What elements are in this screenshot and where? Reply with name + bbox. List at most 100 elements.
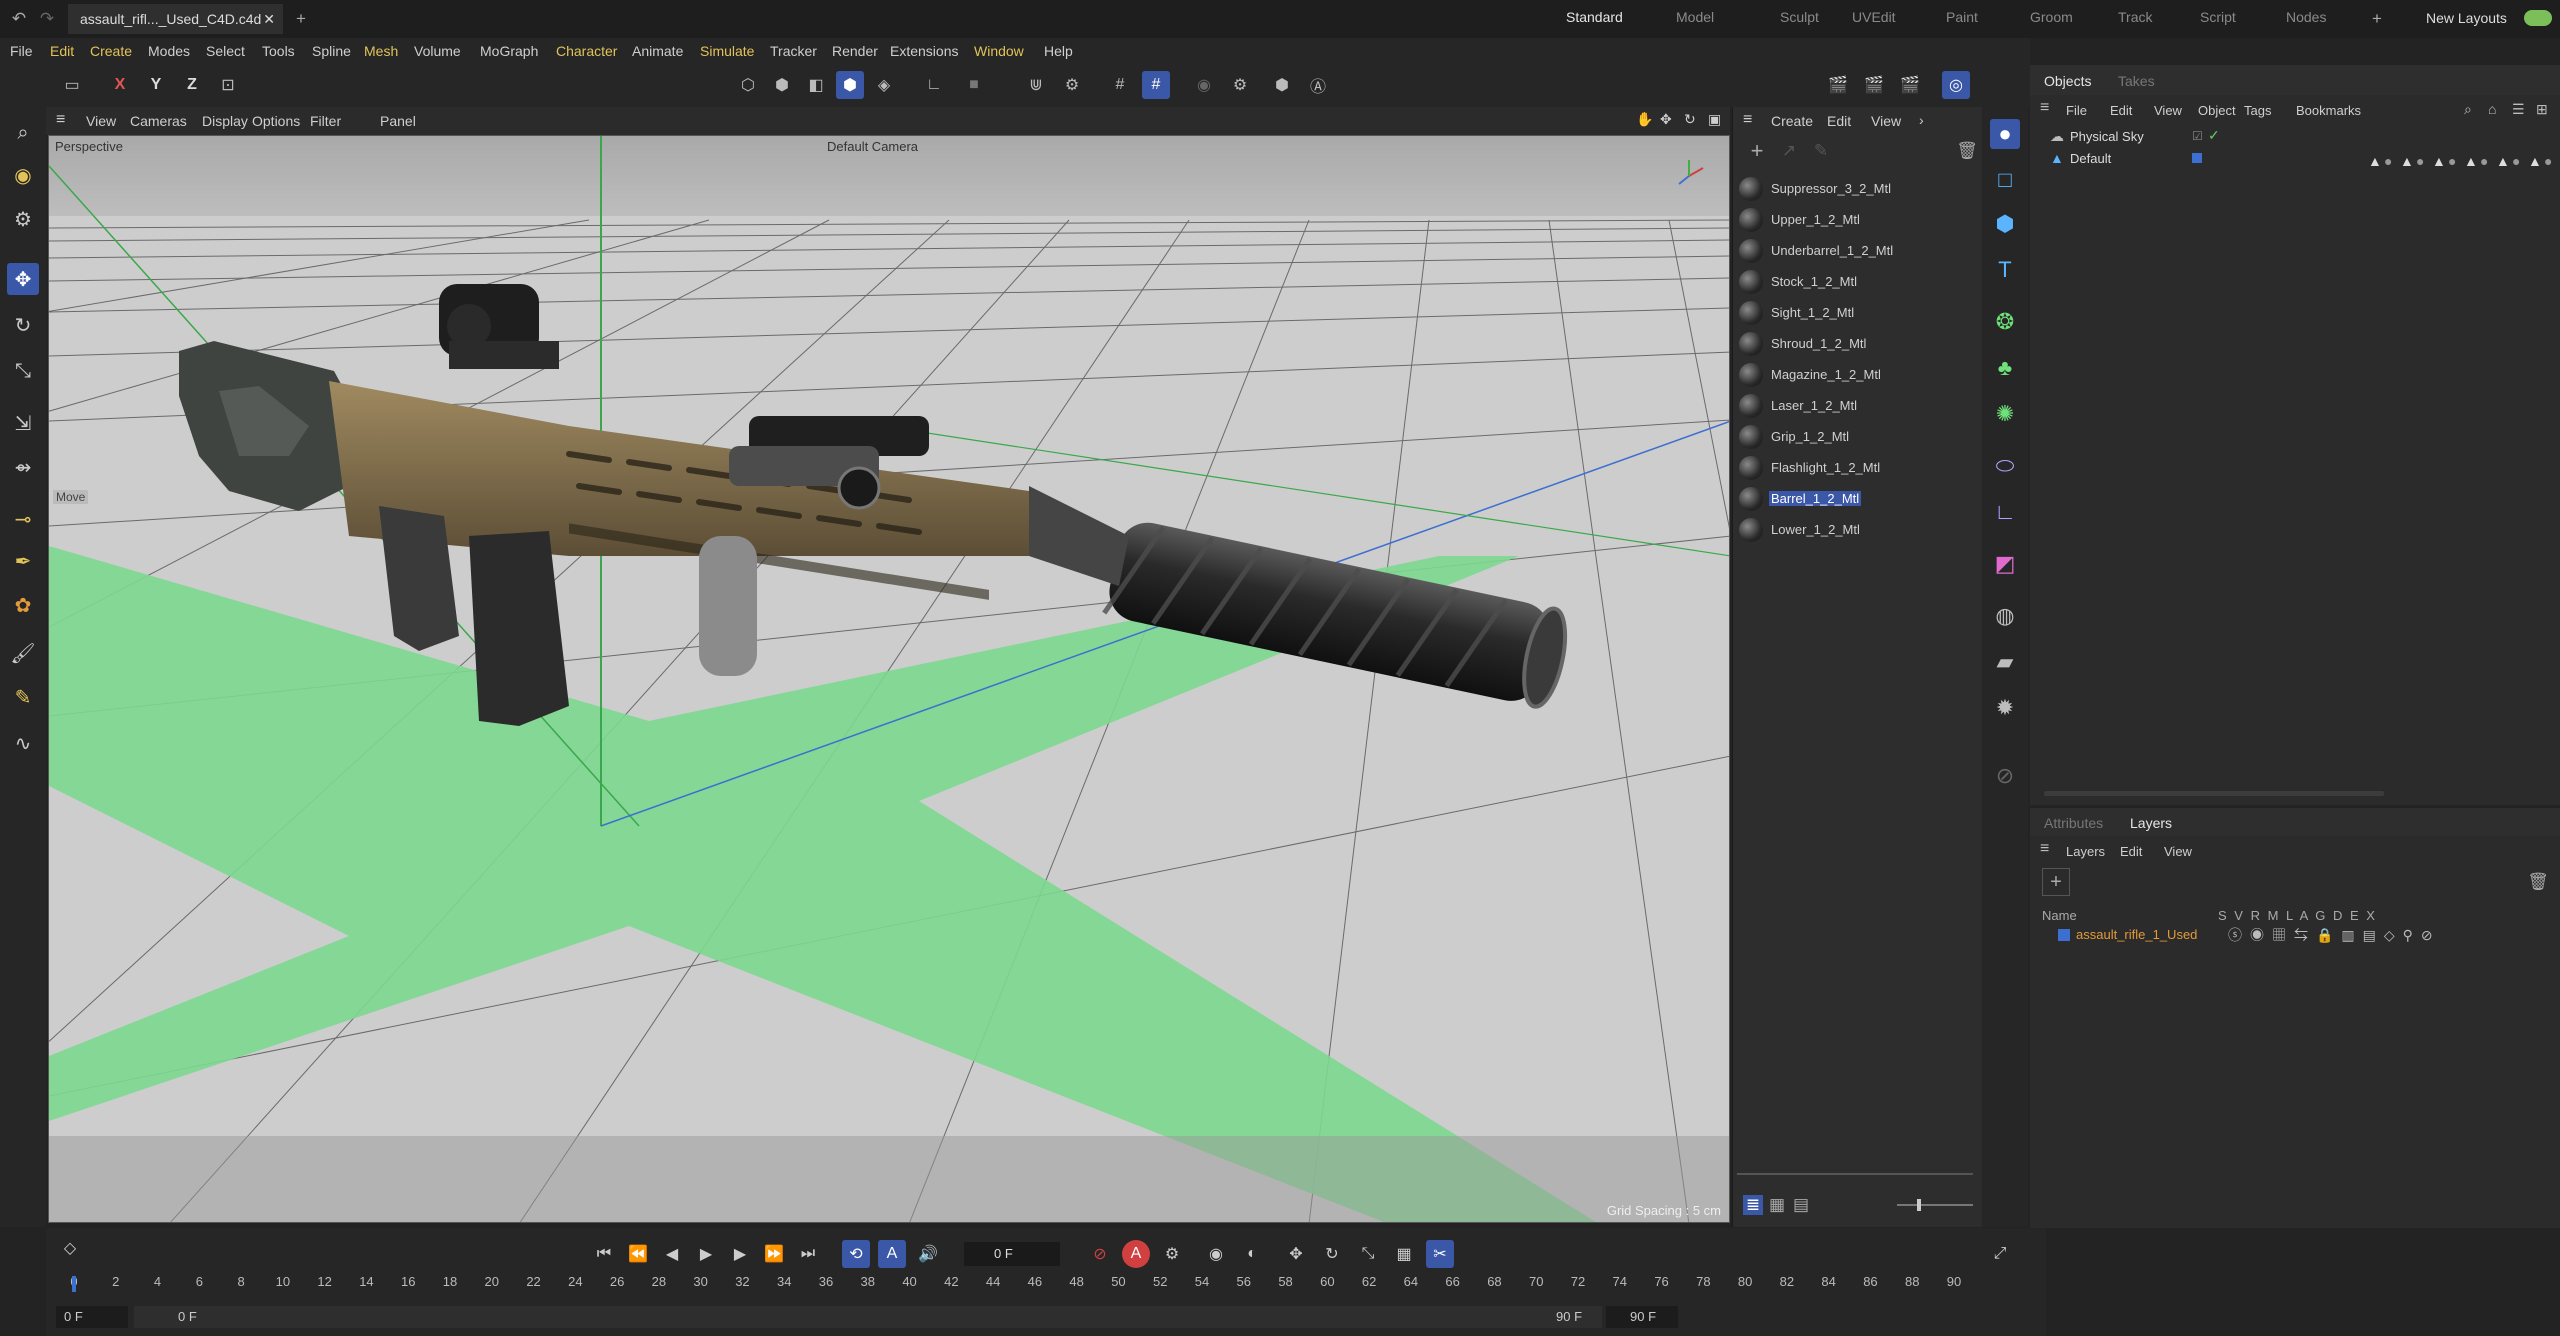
search-icon[interactable]: ⌕ <box>7 117 39 149</box>
scale-key-icon[interactable]: ⤡ <box>1354 1240 1382 1268</box>
3d-viewport[interactable]: Perspective Default Camera Move Grid Spa… <box>48 135 1730 1223</box>
points-mode-icon[interactable]: ⬡ <box>734 71 762 99</box>
z-axis-toggle[interactable]: Z <box>178 71 206 99</box>
polygons-mode-icon[interactable]: ◧ <box>802 71 830 99</box>
previous-frame-icon[interactable]: ◀ <box>658 1240 686 1268</box>
object-menu-object[interactable]: Object <box>2198 103 2236 118</box>
viewport-menu-cameras[interactable]: Cameras <box>130 113 187 129</box>
add-layer-icon[interactable]: + <box>2042 868 2070 896</box>
filter-icon[interactable]: ☰ <box>2512 101 2525 118</box>
layer-row[interactable]: assault_rifle_1_Used ⓢ◉▦⇆🔒▥▤◇⚲⊘ <box>2042 924 2558 946</box>
material-tag-icon[interactable]: ● <box>2416 153 2424 169</box>
menu-file[interactable]: File <box>10 43 33 59</box>
menu-tools[interactable]: Tools <box>262 43 295 59</box>
end-frame-field[interactable]: 90 F <box>1606 1306 1678 1328</box>
layer-menu-layers[interactable]: Layers <box>2066 844 2105 859</box>
trash-icon[interactable]: 🗑 <box>1955 139 1979 163</box>
material-scrollbar[interactable] <box>1737 1173 1973 1175</box>
material-item[interactable]: Sight_1_2_Mtl <box>1737 299 1977 327</box>
add-layout-icon[interactable]: + <box>2366 8 2388 30</box>
layer-menu-view[interactable]: View <box>2164 844 2192 859</box>
redshift-icon[interactable]: ◎ <box>1942 71 1970 99</box>
layout-tab-nodes[interactable]: Nodes <box>2286 9 2326 25</box>
menu-animate[interactable]: Animate <box>632 43 683 59</box>
plane-icon[interactable]: □ <box>1990 165 2020 195</box>
y-axis-toggle[interactable]: Y <box>142 71 170 99</box>
dynamics-icon[interactable]: ⬢ <box>1268 71 1296 99</box>
object-menu-bookmarks[interactable]: Bookmarks <box>2296 103 2361 118</box>
play-icon[interactable]: ▶ <box>692 1240 720 1268</box>
hamburger-icon[interactable]: ≡ <box>2040 99 2049 117</box>
settings-icon[interactable]: ⚙ <box>1226 71 1254 99</box>
snap-tool-icon[interactable]: ⚙ <box>7 203 39 235</box>
material-item[interactable]: Barrel_1_2_Mtl <box>1737 485 1977 513</box>
key-position-icon[interactable]: ◉ <box>1202 1240 1230 1268</box>
viewport-menu-display[interactable]: Display <box>202 113 248 129</box>
menu-mograph[interactable]: MoGraph <box>480 43 538 59</box>
fracture-icon[interactable]: ♣ <box>1990 353 2020 383</box>
material-item[interactable]: Laser_1_2_Mtl <box>1737 392 1977 420</box>
material-tag-icon[interactable]: ● <box>2480 153 2488 169</box>
texture-tag-icon[interactable]: ▲ <box>2432 153 2446 169</box>
home-icon[interactable]: ⌂ <box>2488 101 2496 117</box>
disabled-tool-icon[interactable]: ⊘ <box>1990 761 2020 791</box>
redo-icon[interactable]: ↷ <box>36 8 58 30</box>
menu-extensions[interactable]: Extensions <box>890 43 958 59</box>
brush-tool-icon[interactable]: ⊸ <box>7 503 39 535</box>
layout-toggle[interactable] <box>2524 10 2552 26</box>
grid-view-icon[interactable]: ▦ <box>1767 1195 1787 1215</box>
tab-objects[interactable]: Objects <box>2044 73 2091 89</box>
paint-tool-icon[interactable]: 🖌 <box>7 637 39 669</box>
object-mode-icon[interactable]: ⬢ <box>836 71 864 99</box>
keyframe-icon[interactable]: ◇ <box>56 1234 84 1262</box>
viewport-menu-options[interactable]: Options <box>252 113 300 129</box>
camera-label[interactable]: Default Camera <box>827 139 918 154</box>
material-item[interactable]: Suppressor_3_2_Mtl <box>1737 175 1977 203</box>
object-menu-edit[interactable]: Edit <box>2110 103 2132 118</box>
material-item[interactable]: Underbarrel_1_2_Mtl <box>1737 237 1977 265</box>
viewport-menu-filter[interactable]: Filter <box>310 113 341 129</box>
auto-key-icon[interactable]: Ⓐ <box>1304 71 1332 99</box>
record-key-icon[interactable]: A <box>1122 1240 1150 1268</box>
object-menu-view[interactable]: View <box>2154 103 2182 118</box>
timeline-ruler[interactable]: 0246810121416182022242628303234363840424… <box>70 1274 1974 1294</box>
layout-tab-uvedit[interactable]: UVEdit <box>1852 9 1896 25</box>
list-view-icon[interactable]: ≣ <box>1743 1195 1763 1215</box>
layout-tab-standard[interactable]: Standard <box>1566 9 1623 25</box>
menu-edit[interactable]: Edit <box>50 43 74 59</box>
model-mode-icon[interactable]: ▭ <box>58 71 86 99</box>
effector-icon[interactable]: ✺ <box>1990 399 2020 429</box>
snap-settings-icon[interactable]: ⚙ <box>1058 71 1086 99</box>
viewport-label[interactable]: Perspective <box>55 139 123 154</box>
light-icon[interactable]: ● <box>1990 119 2020 149</box>
workplane-icon[interactable]: ∟ <box>920 71 948 99</box>
rotate-view-icon[interactable]: ↻ <box>1684 111 1696 128</box>
menu-character[interactable]: Character <box>556 43 617 59</box>
add-material-icon[interactable]: + <box>1745 138 1769 163</box>
lock-icon[interactable]: ◉ <box>1190 71 1218 99</box>
environment-icon[interactable]: ◍ <box>1990 601 2020 631</box>
texture-mode-icon[interactable]: ◈ <box>870 71 898 99</box>
large-view-icon[interactable]: ▤ <box>1791 1195 1811 1215</box>
material-tag-icon[interactable]: ● <box>2448 153 2456 169</box>
chevron-right-icon[interactable]: › <box>1919 112 1924 128</box>
object-menu-tags[interactable]: Tags <box>2244 103 2271 118</box>
material-item[interactable]: Magazine_1_2_Mtl <box>1737 361 1977 389</box>
object-row-physical-sky[interactable]: ☁ Physical Sky ☑ ✓ <box>2050 127 2350 147</box>
material-item[interactable]: Lower_1_2_Mtl <box>1737 516 1977 544</box>
material-tag-icon[interactable]: ● <box>2512 153 2520 169</box>
object-menu-file[interactable]: File <box>2066 103 2087 118</box>
rotate-key-icon[interactable]: ↻ <box>1318 1240 1346 1268</box>
knife-tool-icon[interactable]: ✎ <box>7 681 39 713</box>
edit-icon[interactable]: ✎ <box>1809 139 1833 163</box>
select-tool-icon[interactable]: ◉ <box>7 159 39 191</box>
pan-view-icon[interactable]: ✋ <box>1636 111 1653 128</box>
spline-pen-icon[interactable]: ✒ <box>7 545 39 577</box>
go-to-start-icon[interactable]: ⏮ <box>590 1240 618 1268</box>
file-tab[interactable]: assault_rifl..._Used_C4D.c4d ✕ <box>68 4 283 34</box>
material-tag-icon[interactable]: ● <box>2384 153 2392 169</box>
menu-select[interactable]: Select <box>206 43 245 59</box>
loop-icon[interactable]: ⟲ <box>842 1240 870 1268</box>
auto-key-toggle[interactable]: A <box>878 1240 906 1268</box>
texture-tag-icon[interactable]: ▲ <box>2368 153 2382 169</box>
